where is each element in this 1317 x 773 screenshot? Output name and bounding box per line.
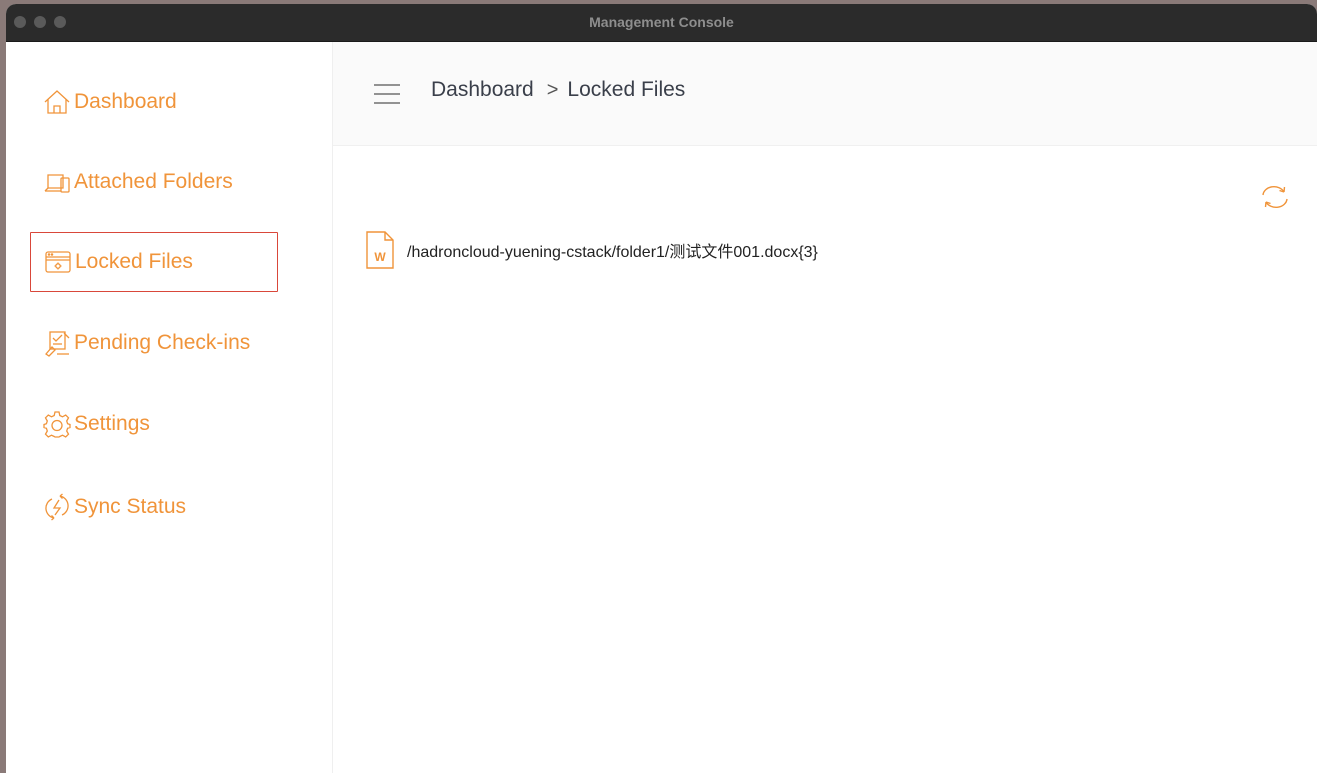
breadcrumb-separator: >	[546, 78, 559, 101]
page-header: Dashboard > Locked Files	[333, 42, 1317, 146]
sidebar-item-dashboard[interactable]: Dashboard	[30, 72, 278, 132]
sidebar-item-label: Attached Folders	[74, 170, 233, 193]
sidebar-item-label: Sync Status	[74, 495, 187, 518]
word-file-icon: W	[365, 230, 395, 270]
home-icon	[42, 88, 72, 116]
word-file-letter: W	[374, 250, 386, 264]
sidebar-item-label: Locked Files	[75, 250, 193, 273]
app-window: Management Console Dashboard Attached Fo…	[6, 4, 1317, 773]
sidebar-item-label: Dashboard	[74, 90, 177, 113]
folders-icon	[42, 168, 72, 196]
sync-icon	[42, 493, 72, 521]
sidebar-item-settings[interactable]: Settings	[30, 394, 278, 454]
checkin-icon	[42, 329, 72, 357]
sidebar-item-attached-folders[interactable]: Attached Folders	[30, 152, 278, 212]
locked-window-icon	[43, 248, 73, 276]
breadcrumb-current: Locked Files	[567, 78, 686, 101]
main-content: Dashboard > Locked Files W /hadroncloud-…	[333, 42, 1317, 773]
sidebar-item-label: Pending Check-ins	[74, 331, 251, 354]
window-title: Management Console	[589, 14, 734, 30]
gear-icon	[42, 410, 72, 438]
sidebar-item-pending-checkins[interactable]: Pending Check-ins	[30, 313, 278, 373]
sidebar-item-label: Settings	[74, 412, 150, 435]
refresh-icon[interactable]	[1257, 181, 1293, 213]
sidebar: Dashboard Attached Folders Locked Files …	[6, 42, 333, 773]
locked-file-row[interactable]: W /hadroncloud-yuening-cstack/folder1/测试…	[365, 228, 818, 272]
sidebar-item-sync-status[interactable]: Sync Status	[30, 477, 278, 537]
hamburger-icon[interactable]	[373, 82, 401, 106]
breadcrumb: Dashboard > Locked Files	[431, 78, 685, 102]
title-bar: Management Console	[6, 4, 1317, 42]
breadcrumb-root[interactable]: Dashboard	[431, 78, 534, 102]
sidebar-item-locked-files[interactable]: Locked Files	[30, 232, 278, 292]
locked-file-path: /hadroncloud-yuening-cstack/folder1/测试文件…	[407, 244, 818, 261]
